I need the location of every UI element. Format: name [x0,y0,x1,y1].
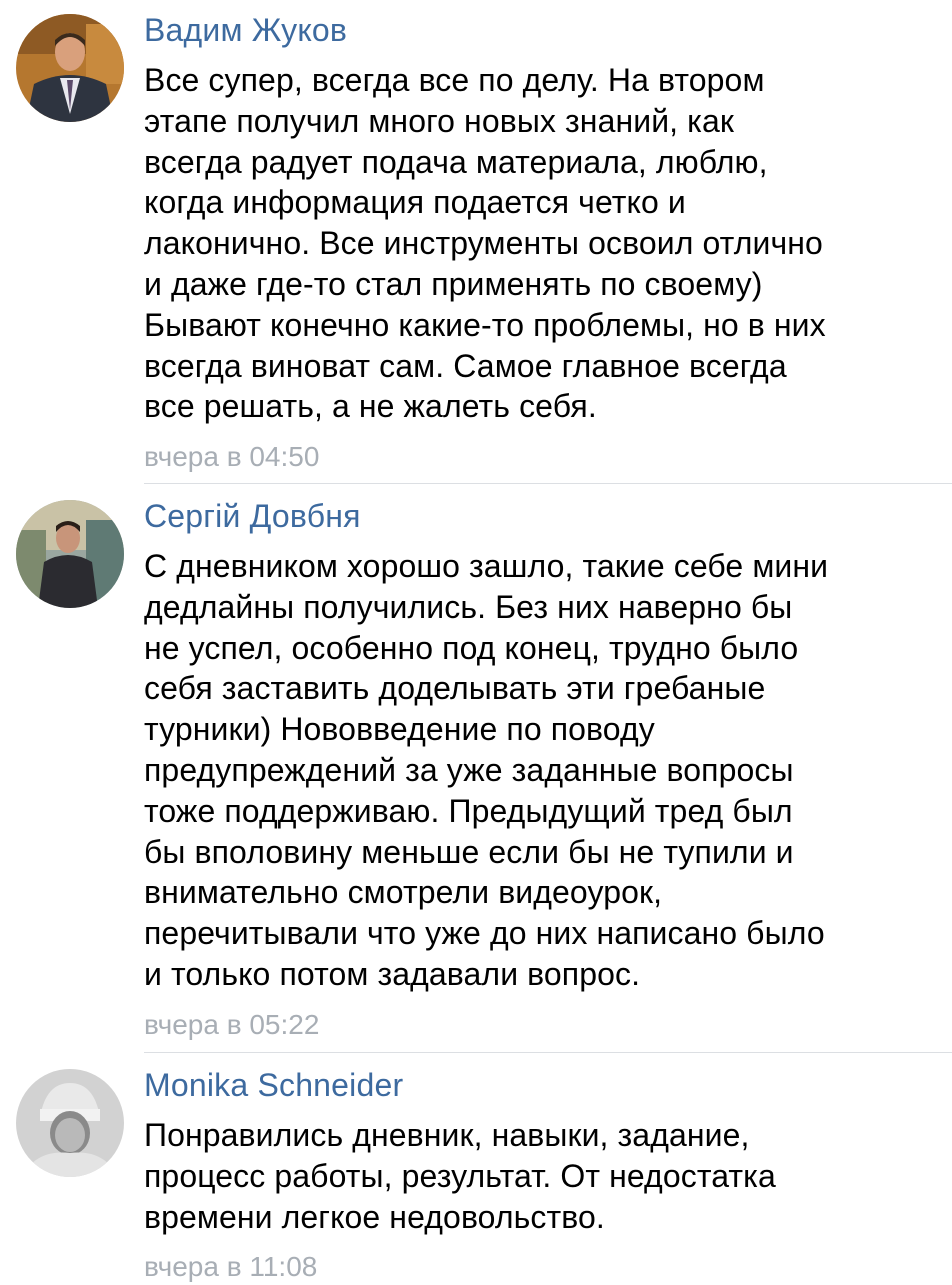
comment-author[interactable]: Вадим Жуков [144,10,938,50]
comment-author[interactable]: Сергій Довбня [144,496,938,536]
comment-text: Понравились дневник, навыки, задание, пр… [144,1117,776,1235]
avatar-photo [16,1069,124,1177]
comment-author[interactable]: Monika Schneider [144,1065,938,1105]
comment-text: С дневником хорошо зашло, такие себе мин… [144,548,829,992]
comment-text: Все супер, всегда все по делу. На втором… [144,62,826,425]
avatar-photo [16,14,124,122]
comment-item: Вадим Жуков Все супер, всегда все по дел… [0,0,952,483]
comment-timestamp: вчера в 04:50 [144,441,320,473]
avatar-photo [16,500,124,608]
avatar[interactable] [16,500,124,608]
comment-item: Сергій Довбня С дневником хорошо зашло, … [0,484,952,1052]
avatar[interactable] [16,14,124,122]
comment-item: Monika Schneider Понравились дневник, на… [0,1053,952,1282]
avatar[interactable] [16,1069,124,1177]
comment-timestamp: вчера в 05:22 [144,1008,320,1040]
